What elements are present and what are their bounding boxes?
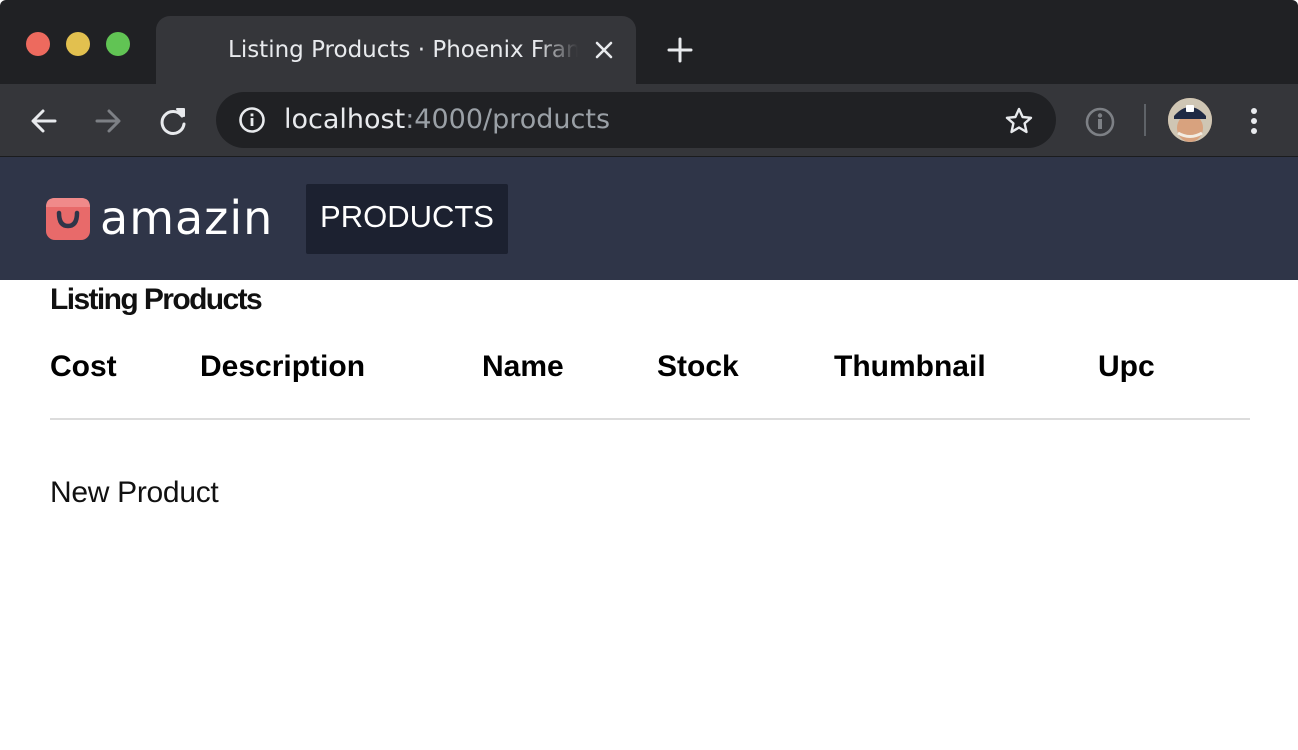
browser-tab-strip: Listing Products · Phoenix Framework — [0, 0, 1298, 84]
url-host: localhost — [284, 104, 406, 135]
avatar-photo — [1168, 98, 1212, 142]
tab-title: Listing Products · Phoenix Framework — [228, 37, 578, 63]
extension-icon[interactable] — [1084, 106, 1116, 138]
url-path: :4000/products — [405, 104, 611, 135]
window-close-button[interactable] — [26, 32, 50, 56]
window-zoom-button[interactable] — [106, 32, 130, 56]
nav-item-products[interactable]: PRODUCTS — [306, 184, 508, 254]
column-header-thumbnail: Thumbnail — [834, 350, 986, 383]
toolbar-divider — [1144, 104, 1146, 136]
plus-icon[interactable] — [664, 34, 696, 66]
window-minimize-button[interactable] — [66, 32, 90, 56]
column-header-cost: Cost — [50, 350, 117, 383]
more-vert-icon[interactable] — [1242, 104, 1266, 138]
back-arrow-icon[interactable] — [27, 104, 61, 138]
app-header: amazin PRODUCTS — [0, 157, 1298, 280]
forward-arrow-icon[interactable] — [91, 104, 125, 138]
info-icon[interactable] — [238, 106, 266, 134]
shopping-bag-icon — [46, 198, 90, 240]
close-icon[interactable] — [592, 38, 616, 62]
column-header-upc: Upc — [1098, 350, 1155, 383]
column-header-stock: Stock — [657, 350, 739, 383]
avatar[interactable] — [1168, 98, 1212, 142]
star-icon[interactable] — [1004, 106, 1034, 136]
browser-toolbar: localhost:4000/products — [0, 84, 1298, 157]
column-header-name: Name — [482, 350, 564, 383]
brand-name: amazin — [100, 191, 274, 245]
page-title: Listing Products — [50, 283, 263, 316]
reload-icon[interactable] — [156, 104, 190, 138]
products-table-header: Cost Description Name Stock Thumbnail Up… — [50, 346, 1250, 420]
url-text: localhost:4000/products — [284, 104, 610, 136]
new-product-link[interactable]: New Product — [50, 474, 219, 512]
column-header-description: Description — [200, 350, 366, 383]
browser-tab-active[interactable]: Listing Products · Phoenix Framework — [156, 16, 636, 84]
address-bar[interactable]: localhost:4000/products — [216, 92, 1056, 148]
brand-logo-link[interactable]: amazin — [44, 193, 273, 243]
